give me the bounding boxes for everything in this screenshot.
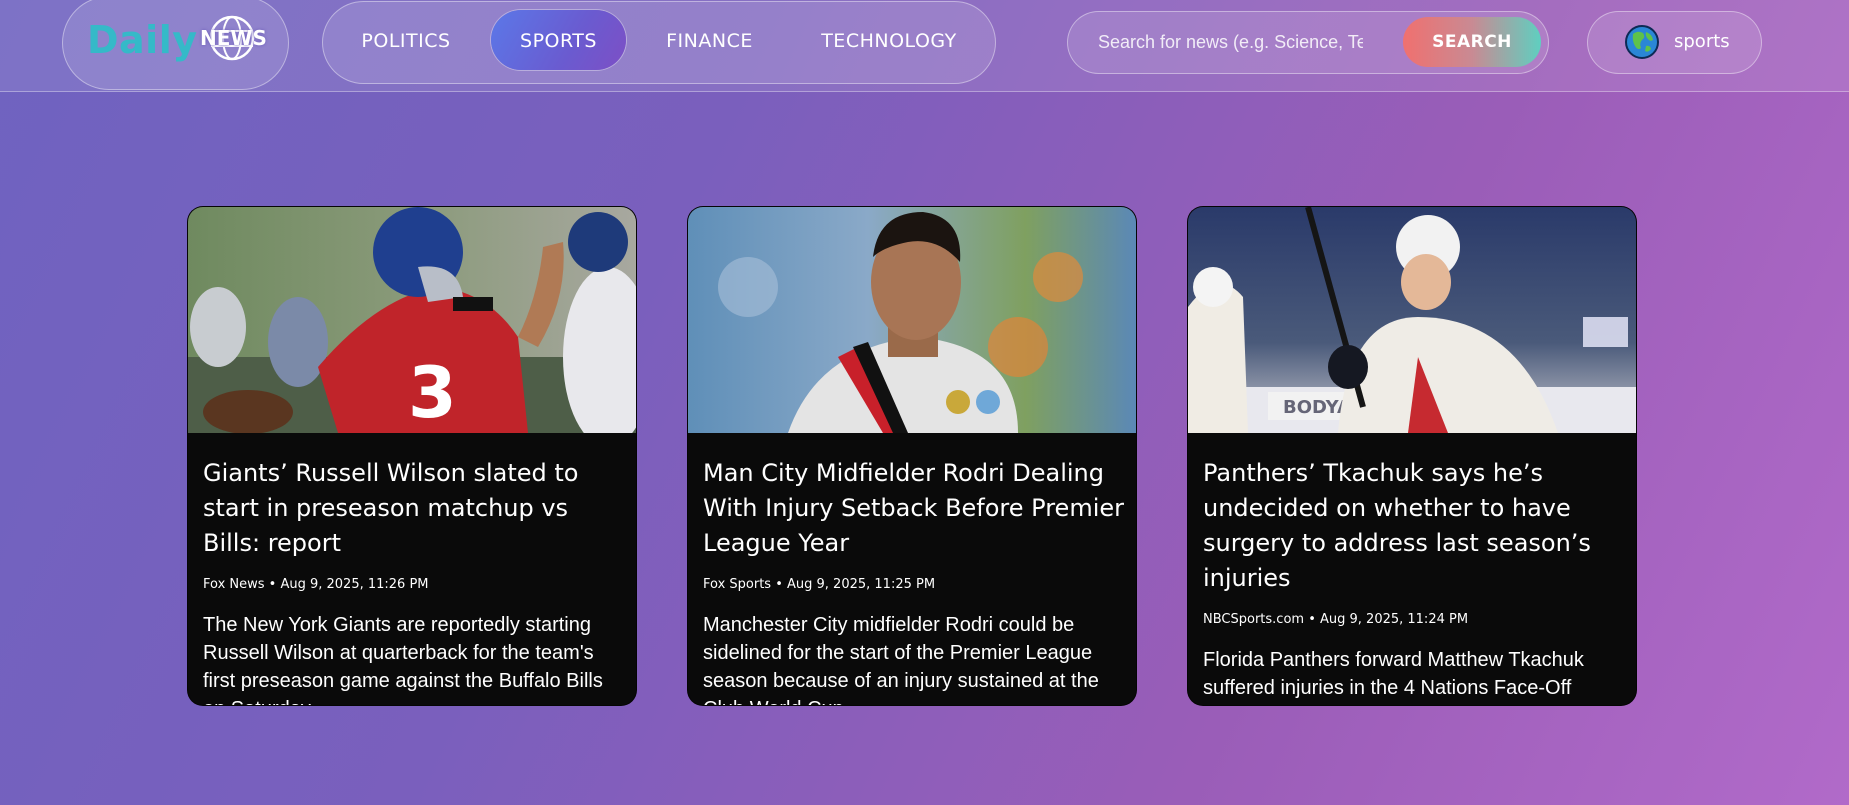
svg-text:3: 3	[408, 352, 457, 433]
article-description: The New York Giants are reportedly start…	[203, 614, 603, 705]
tab-finance[interactable]: FINANCE	[657, 10, 762, 70]
article-card[interactable]: BODYAR Panthers’ Tkachuk says he’s undec…	[1187, 206, 1637, 706]
article-title[interactable]: Panthers’ Tkachuk says he’s undecided on…	[1203, 456, 1628, 596]
soccer-player-photo	[688, 207, 1136, 433]
tab-politics[interactable]: POLITICS	[349, 10, 463, 70]
top-navigation-bar: Daily NEWS POLITICS SPORTS FINANCE TECHN…	[0, 0, 1849, 92]
article-card[interactable]: Man City Midfielder Rodri Dealing With I…	[687, 206, 1137, 706]
search-input[interactable]	[1098, 26, 1363, 58]
article-meta: Fox Sports • Aug 9, 2025, 11:25 PM	[703, 577, 936, 592]
tab-technology[interactable]: TECHNOLOGY	[812, 10, 966, 70]
article-meta: NBCSports.com • Aug 9, 2025, 11:24 PM	[1203, 612, 1469, 627]
article-description: Manchester City midfielder Rodri could b…	[703, 614, 1099, 705]
search-button[interactable]: SEARCH	[1403, 17, 1541, 67]
article-meta: Fox News • Aug 9, 2025, 11:26 PM	[203, 577, 429, 592]
football-quarterback-photo: 3	[188, 207, 636, 433]
tab-sports[interactable]: SPORTS	[491, 10, 626, 70]
logo-daily-text: Daily	[87, 18, 198, 62]
region-label: sports	[1674, 31, 1730, 52]
article-title[interactable]: Man City Midfielder Rodri Dealing With I…	[703, 456, 1128, 561]
hockey-player-photo: BODYAR	[1188, 207, 1636, 433]
globe-icon	[1625, 25, 1659, 59]
article-description: Florida Panthers forward Matthew Tkachuk…	[1203, 649, 1584, 699]
logo-news-text: NEWS	[200, 26, 267, 50]
article-card[interactable]: 3 Giants’ Russell Wilson slated to start…	[187, 206, 637, 706]
article-title[interactable]: Giants’ Russell Wilson slated to start i…	[203, 456, 628, 561]
